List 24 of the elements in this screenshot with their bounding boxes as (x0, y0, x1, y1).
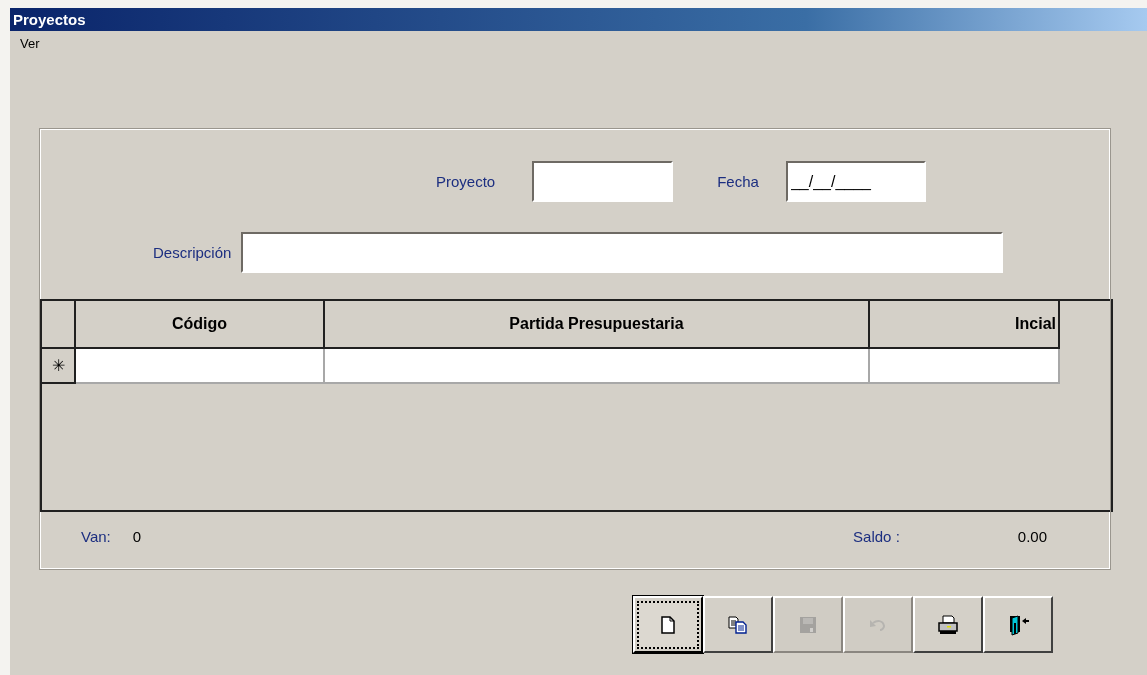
exit-button[interactable] (983, 596, 1053, 653)
copy-button[interactable] (703, 596, 773, 653)
field-label: Proyecto (436, 173, 496, 190)
table-cell[interactable] (76, 349, 325, 384)
undo-icon (869, 617, 887, 632)
window-title: Proyectos (10, 8, 1147, 31)
balance-value: 0.00 (1017, 528, 1047, 545)
page-icon (660, 615, 676, 634)
count-label: Van: (81, 528, 111, 545)
exit-door-icon (1007, 613, 1029, 636)
print-button[interactable] (913, 596, 983, 653)
count-value: 0 (132, 528, 142, 545)
date-field[interactable]: __/__/____ (785, 161, 926, 202)
printer-icon (937, 614, 959, 635)
field-label: Fecha (717, 173, 759, 190)
input-field[interactable] (241, 232, 1004, 273)
menu-item[interactable]: Ver (20, 35, 40, 51)
input-field[interactable] (532, 161, 674, 202)
new-button[interactable] (633, 596, 703, 653)
copy-icon (728, 615, 748, 634)
table-cell[interactable] (325, 349, 870, 384)
balance-label: Saldo : (853, 528, 900, 545)
table-cell[interactable] (870, 349, 1060, 384)
field-label: Descripción (153, 244, 232, 261)
